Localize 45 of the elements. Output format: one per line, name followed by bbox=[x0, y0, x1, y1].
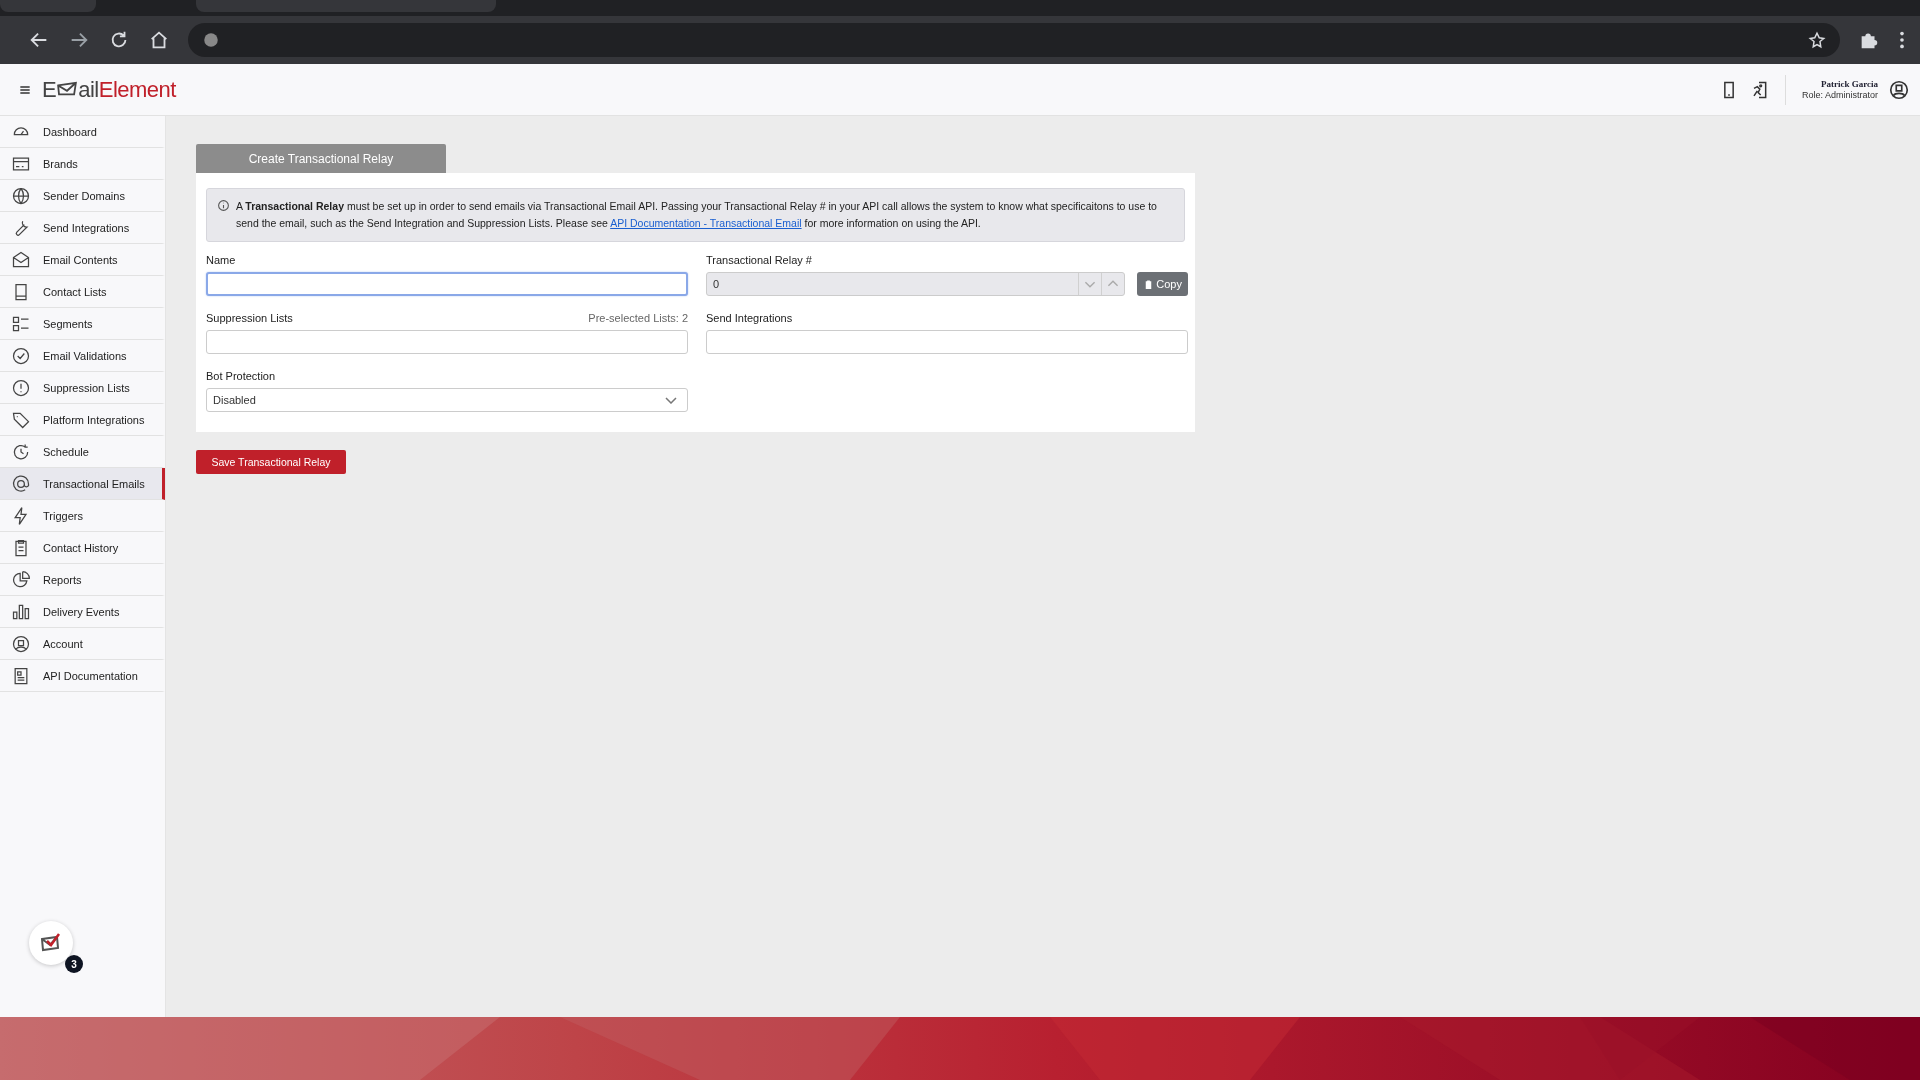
field-label: Name bbox=[206, 254, 237, 266]
info-icon bbox=[217, 199, 230, 212]
sidebar-item[interactable]: Sender Domains bbox=[0, 180, 165, 212]
sidebar-item[interactable]: Contact History bbox=[0, 532, 165, 564]
sidebar-item[interactable]: Send Integrations bbox=[0, 212, 165, 244]
pie-chart-icon bbox=[11, 569, 31, 590]
sidebar-item[interactable]: Dashboard bbox=[0, 116, 165, 148]
logo[interactable]: E ailElement bbox=[42, 76, 176, 103]
sidebar-item[interactable]: Delivery Events bbox=[0, 596, 165, 628]
notification-count: 3 bbox=[65, 955, 83, 973]
suppression-lists-field[interactable] bbox=[206, 330, 688, 354]
sidebar-item[interactable]: Contact Lists bbox=[0, 276, 165, 308]
sidebar-item[interactable]: Email Contents bbox=[0, 244, 165, 276]
sidebar-item[interactable]: Transactional Emails bbox=[0, 468, 165, 500]
star-icon[interactable] bbox=[1808, 31, 1826, 49]
sidebar-item[interactable]: Segments bbox=[0, 308, 165, 340]
sidebar-item[interactable]: Triggers bbox=[0, 500, 165, 532]
user-role: Role: Administrator bbox=[1801, 89, 1878, 101]
field-label: Suppression Lists bbox=[206, 312, 293, 324]
send-integrations-field[interactable] bbox=[706, 330, 1188, 354]
notification-button[interactable] bbox=[29, 921, 73, 965]
user-icon[interactable] bbox=[1888, 78, 1910, 101]
save-button[interactable]: Save Transactional Relay bbox=[196, 450, 346, 474]
caret-icon bbox=[665, 396, 677, 404]
name-field[interactable] bbox=[206, 272, 688, 296]
copy-button[interactable]: Copy bbox=[1137, 272, 1188, 296]
sidebar-item[interactable]: Account bbox=[0, 628, 165, 660]
envelope-icon bbox=[11, 249, 31, 270]
home-icon[interactable] bbox=[148, 29, 170, 51]
user-name: Patrick Garcia bbox=[1820, 78, 1878, 90]
at-sign-icon bbox=[11, 473, 31, 494]
sidebar-item[interactable]: API Documentation bbox=[0, 660, 165, 692]
sidebar-item[interactable]: Suppression Lists bbox=[0, 372, 165, 404]
bot-protection-select[interactable]: Disabled bbox=[206, 388, 688, 412]
field-label: Bot Protection bbox=[206, 370, 277, 382]
api-doc-link[interactable]: API Documentation - Transactional Email bbox=[610, 217, 802, 229]
info-text: A Transactional Relay must be set up in order to send emails via Transactional Email API. Passing your Transactional Relay # in your API call allows the system to know what specificaitons to use to send the email, such as the Send Integration and Suppression Lists. Please see API Documentation - Transactional Email for more information on using the API. bbox=[236, 199, 1158, 231]
sidebar-item[interactable]: Reports bbox=[0, 564, 165, 596]
sidebar-item[interactable]: Brands bbox=[0, 148, 165, 180]
field-label: Send Integrations bbox=[706, 312, 794, 324]
sidebar-item[interactable]: Email Validations bbox=[0, 340, 165, 372]
more-icon[interactable] bbox=[1898, 29, 1906, 51]
field-label: Transactional Relay # bbox=[706, 254, 813, 266]
sidebar-item[interactable]: Platform Integrations bbox=[0, 404, 165, 436]
preselected-count: Pre-selected Lists: 2 bbox=[588, 312, 688, 324]
